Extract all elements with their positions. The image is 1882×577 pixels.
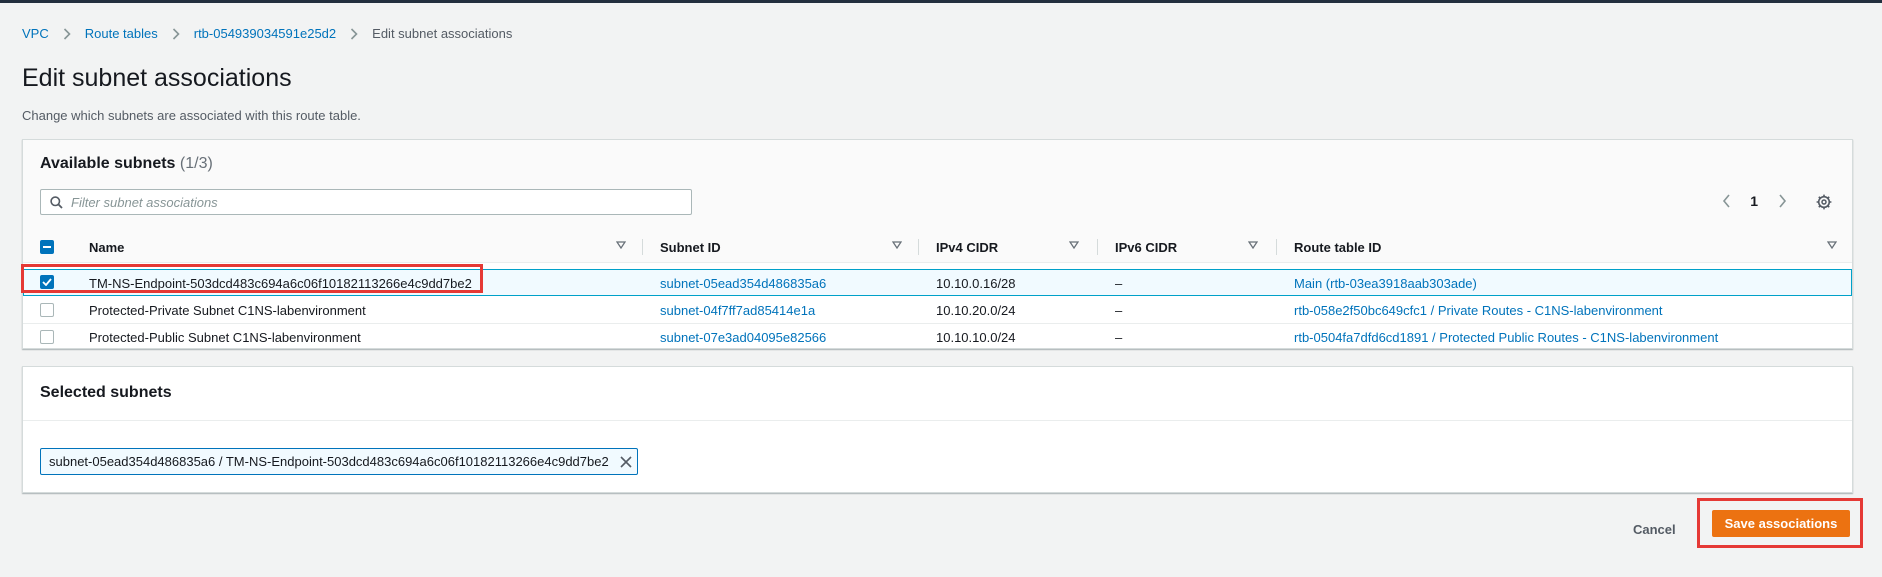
sort-caret-icon[interactable]: [892, 241, 902, 249]
breadcrumb: VPC Route tables rtb-054939034591e25d2 E…: [22, 26, 512, 41]
row-route-table-id[interactable]: rtb-058e2f50bc649cfc1 / Private Routes -…: [1294, 297, 1663, 323]
row-checkbox[interactable]: [40, 275, 54, 289]
row-subnet-id[interactable]: subnet-04f7ff7ad85414e1a: [660, 297, 815, 323]
row-route-table-id[interactable]: Main (rtb-03ea3918aab303ade): [1294, 270, 1477, 296]
top-bar: [0, 0, 1882, 3]
column-header-name[interactable]: Name: [89, 232, 124, 262]
selected-subnets-title: Selected subnets: [40, 384, 172, 401]
available-subnets-panel: Available subnets (1/3) 1: [22, 139, 1853, 349]
row-ipv4-cidr: 10.10.10.0/24: [936, 329, 1016, 345]
filter-subnet-input[interactable]: [71, 194, 671, 210]
checkmark-icon: [42, 278, 52, 286]
chevron-right-icon: [63, 27, 71, 40]
save-associations-button[interactable]: Save associations: [1712, 510, 1850, 537]
row-subnet-id[interactable]: subnet-05ead354d486835a6: [660, 270, 826, 296]
row-ipv4-cidr: 10.10.0.16/28: [936, 275, 1016, 291]
column-divider: [918, 239, 919, 255]
row-name: TM-NS-Endpoint-503dcd483c694a6c06f101821…: [89, 275, 472, 291]
available-subnets-title-text: Available subnets: [40, 155, 176, 172]
available-subnets-count: (1/3): [179, 155, 213, 172]
filter-box: [40, 189, 692, 215]
available-subnets-header: Available subnets (1/3) 1: [23, 140, 1852, 263]
selected-subnet-token-label: subnet-05ead354d486835a6 / TM-NS-Endpoin…: [49, 454, 609, 469]
pagination: 1: [1716, 191, 1792, 211]
column-divider: [1276, 239, 1277, 255]
row-checkbox[interactable]: [40, 303, 54, 317]
row-ipv4-cidr: 10.10.20.0/24: [936, 302, 1016, 318]
breadcrumb-vpc[interactable]: VPC: [22, 26, 49, 41]
row-ipv6-cidr: –: [1115, 329, 1123, 345]
column-header-ipv6-cidr[interactable]: IPv6 CIDR: [1115, 232, 1177, 262]
cancel-button[interactable]: Cancel: [1633, 514, 1676, 544]
row-subnet-id[interactable]: subnet-07e3ad04095e82566: [660, 324, 826, 350]
row-name: Protected-Public Subnet C1NS-labenvironm…: [89, 329, 361, 345]
sort-caret-icon[interactable]: [1069, 241, 1079, 249]
sort-caret-icon[interactable]: [1248, 241, 1258, 249]
select-all-checkbox[interactable]: [40, 240, 54, 254]
close-icon[interactable]: [615, 451, 637, 473]
column-divider: [642, 239, 643, 255]
column-divider: [1097, 239, 1098, 255]
table-row[interactable]: TM-NS-Endpoint-503dcd483c694a6c06f101821…: [23, 269, 1852, 296]
breadcrumb-route-tables[interactable]: Route tables: [85, 26, 158, 41]
row-ipv6-cidr: –: [1115, 275, 1123, 291]
row-ipv6-cidr: –: [1115, 302, 1123, 318]
column-header-subnet-id[interactable]: Subnet ID: [660, 232, 721, 262]
table-header: Name Subnet ID IPv4 CIDR IPv6 CIDR Route…: [23, 232, 1852, 262]
row-checkbox[interactable]: [40, 330, 54, 344]
selected-subnet-token: subnet-05ead354d486835a6 / TM-NS-Endpoin…: [40, 448, 638, 475]
column-header-route-table-id[interactable]: Route table ID: [1294, 232, 1381, 262]
table-row[interactable]: Protected-Private Subnet C1NS-labenviron…: [23, 297, 1852, 324]
chevron-right-icon: [172, 27, 180, 40]
breadcrumb-current: Edit subnet associations: [372, 26, 513, 41]
chevron-right-icon[interactable]: [1772, 191, 1792, 211]
chevron-left-icon[interactable]: [1716, 191, 1736, 211]
selected-subnets-header: Selected subnets: [23, 367, 1852, 421]
chevron-right-icon: [350, 27, 358, 40]
sort-caret-icon[interactable]: [1827, 241, 1837, 249]
selected-subnets-panel: Selected subnets subnet-05ead354d486835a…: [22, 366, 1853, 493]
page-number[interactable]: 1: [1750, 193, 1758, 209]
gear-icon[interactable]: [1813, 191, 1835, 213]
sort-caret-icon[interactable]: [616, 241, 626, 249]
page-description: Change which subnets are associated with…: [22, 108, 361, 123]
page-title: Edit subnet associations: [22, 64, 292, 92]
available-subnets-title: Available subnets (1/3): [40, 155, 213, 173]
table-row[interactable]: Protected-Public Subnet C1NS-labenvironm…: [23, 324, 1852, 351]
breadcrumb-route-table-id[interactable]: rtb-054939034591e25d2: [194, 26, 336, 41]
row-route-table-id[interactable]: rtb-0504fa7dfd6cd1891 / Protected Public…: [1294, 324, 1718, 350]
row-name: Protected-Private Subnet C1NS-labenviron…: [89, 302, 366, 318]
column-header-ipv4-cidr[interactable]: IPv4 CIDR: [936, 232, 998, 262]
search-icon: [50, 195, 63, 209]
